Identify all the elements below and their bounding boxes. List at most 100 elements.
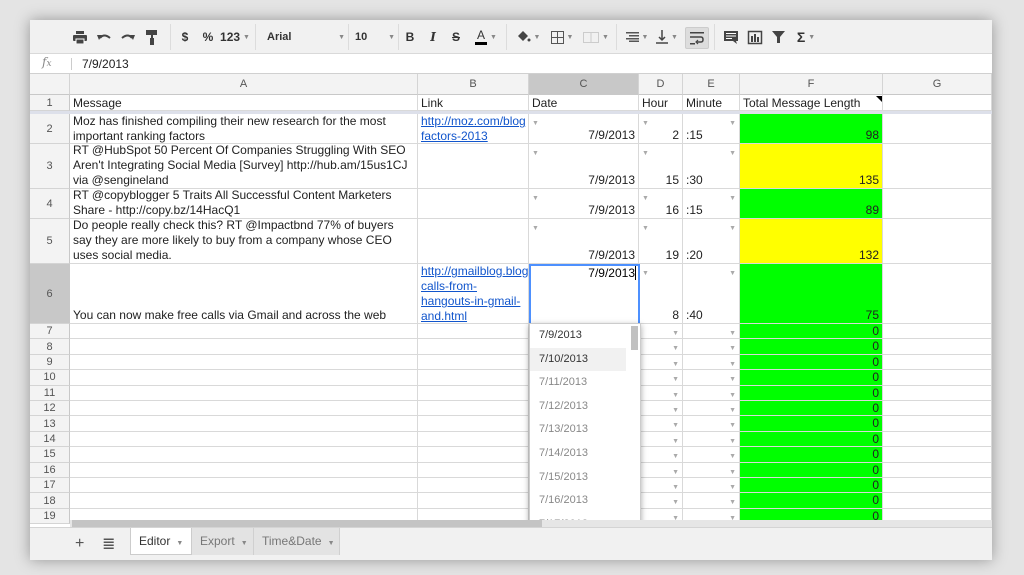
minute-cell[interactable]: ▼:15 — [683, 189, 740, 219]
text-color-button[interactable]: A ▼ — [471, 27, 501, 47]
row-header-3[interactable]: 3 — [30, 144, 70, 189]
dropdown-arrow-icon[interactable]: ▼ — [642, 191, 649, 206]
empty-cell[interactable]: ▼ — [639, 431, 683, 448]
empty-cell[interactable] — [70, 447, 418, 463]
empty-cell[interactable] — [70, 324, 418, 340]
empty-cell[interactable] — [70, 370, 418, 386]
header-cell-e[interactable]: Minute — [683, 95, 740, 111]
link-cell[interactable] — [418, 189, 529, 219]
bold-button[interactable]: B — [403, 27, 417, 47]
dropdown-arrow-icon[interactable]: ▼ — [729, 266, 736, 281]
link-cell[interactable]: http://gmailblog.blog calls-from-hangouts… — [418, 264, 529, 324]
all-sheets-menu-button[interactable]: ≣ — [102, 534, 115, 554]
column-header-a[interactable]: A — [70, 74, 418, 95]
row-header-7[interactable]: 7 — [30, 324, 70, 340]
dropdown-arrow-icon[interactable]: ▼ — [729, 146, 736, 161]
message-cell[interactable]: Moz has finished compiling their new res… — [70, 114, 418, 144]
empty-cell[interactable] — [418, 462, 529, 478]
insert-chart-button[interactable] — [746, 27, 764, 47]
link[interactable]: and.html — [421, 309, 525, 323]
sheet-tab-timedate[interactable]: Time&Date ▼ — [254, 528, 340, 555]
empty-cell[interactable]: ▼ — [683, 478, 740, 494]
empty-cell[interactable]: ▼ — [639, 385, 683, 401]
message-cell[interactable]: Do people really check this? RT @Impactb… — [70, 219, 418, 264]
header-cell-d[interactable]: Hour — [639, 95, 683, 111]
dropdown-option[interactable]: 7/16/2013 — [530, 489, 640, 513]
row-header-19[interactable]: 19 — [30, 508, 70, 525]
header-cell-b[interactable]: Link — [418, 95, 529, 111]
empty-cell[interactable] — [70, 385, 418, 401]
dropdown-arrow-icon[interactable]: ▼ — [729, 495, 736, 507]
empty-cell[interactable] — [418, 478, 529, 494]
italic-button[interactable]: I — [426, 27, 440, 47]
add-sheet-button[interactable]: + — [75, 535, 84, 553]
dropdown-arrow-icon[interactable]: ▼ — [729, 357, 736, 369]
length-cell[interactable]: 0 — [740, 401, 883, 417]
strikethrough-button[interactable]: S — [449, 27, 463, 47]
row-header-14[interactable]: 14 — [30, 431, 70, 448]
dropdown-option[interactable]: 7/14/2013 — [530, 442, 640, 466]
link-cell[interactable] — [418, 219, 529, 264]
formula-input[interactable]: 7/9/2013 — [82, 57, 129, 71]
functions-button[interactable]: Σ ▼ — [792, 27, 820, 47]
dropdown-arrow-icon[interactable]: ▼ — [729, 341, 736, 353]
percent-format-button[interactable]: % — [201, 27, 215, 47]
message-cell[interactable]: You can now make free calls via Gmail an… — [70, 264, 418, 324]
minute-cell[interactable]: ▼:15 — [683, 114, 740, 144]
empty-cell[interactable] — [883, 189, 992, 219]
dropdown-scrollbar[interactable] — [631, 326, 638, 350]
empty-cell[interactable] — [418, 416, 529, 432]
dropdown-arrow-icon[interactable]: ▼ — [729, 465, 736, 477]
length-cell[interactable]: 0 — [740, 416, 883, 432]
hour-cell[interactable]: ▼ 2 — [639, 114, 683, 144]
empty-cell[interactable]: ▼ — [683, 385, 740, 401]
empty-cell[interactable] — [70, 478, 418, 494]
length-cell[interactable]: 0 — [740, 370, 883, 386]
column-header-d[interactable]: D — [639, 74, 683, 95]
link[interactable]: calls-from- — [421, 279, 525, 294]
row-header-2[interactable]: 2 — [30, 114, 70, 144]
minute-cell[interactable]: ▼:20 — [683, 219, 740, 264]
dropdown-arrow-icon[interactable]: ▼ — [672, 326, 679, 338]
empty-cell[interactable] — [883, 219, 992, 264]
row-header-10[interactable]: 10 — [30, 370, 70, 386]
empty-cell[interactable]: ▼ — [639, 401, 683, 417]
filter-button[interactable] — [770, 27, 786, 47]
dropdown-option[interactable]: 7/10/2013 — [530, 347, 626, 372]
dropdown-option[interactable]: 7/13/2013 — [530, 418, 640, 442]
column-header-b[interactable]: B — [418, 74, 529, 95]
length-cell[interactable]: 0 — [740, 447, 883, 463]
empty-cell[interactable] — [883, 431, 992, 448]
dropdown-arrow-icon[interactable]: ▼ — [729, 191, 736, 206]
dropdown-arrow-icon[interactable]: ▼ — [642, 116, 649, 131]
select-all-corner[interactable] — [30, 74, 70, 95]
row-header-1[interactable]: 1 — [30, 95, 70, 111]
header-cell-a[interactable]: Message — [70, 95, 418, 111]
empty-cell[interactable] — [418, 431, 529, 448]
dropdown-arrow-icon[interactable]: ▼ — [532, 221, 539, 236]
paint-format-icon[interactable] — [144, 27, 160, 47]
dropdown-arrow-icon[interactable]: ▼ — [672, 434, 679, 446]
empty-cell[interactable] — [418, 447, 529, 463]
dropdown-arrow-icon[interactable]: ▼ — [642, 221, 649, 236]
scrollbar-thumb[interactable] — [72, 520, 542, 527]
length-cell[interactable]: 0 — [740, 324, 883, 340]
empty-cell[interactable] — [418, 385, 529, 401]
empty-cell[interactable]: ▼ — [639, 462, 683, 478]
length-cell[interactable]: 0 — [740, 462, 883, 478]
dropdown-option[interactable]: 7/12/2013 — [530, 395, 640, 419]
empty-cell[interactable] — [70, 401, 418, 417]
borders-button[interactable]: ▼ — [547, 27, 577, 47]
empty-cell[interactable] — [418, 370, 529, 386]
row-header-8[interactable]: 8 — [30, 339, 70, 355]
empty-cell[interactable] — [70, 354, 418, 371]
link-cell[interactable] — [418, 144, 529, 189]
column-header-g[interactable]: G — [883, 74, 992, 95]
date-cell[interactable]: ▼ 7/9/2013 — [529, 189, 639, 219]
dropdown-arrow-icon[interactable]: ▼ — [729, 418, 736, 430]
active-cell-editor[interactable]: 7/9/2013 — [529, 264, 640, 325]
empty-cell[interactable] — [883, 324, 992, 340]
length-cell[interactable]: 0 — [740, 354, 883, 371]
length-cell[interactable]: 0 — [740, 385, 883, 401]
horizontal-scrollbar[interactable] — [70, 520, 992, 527]
